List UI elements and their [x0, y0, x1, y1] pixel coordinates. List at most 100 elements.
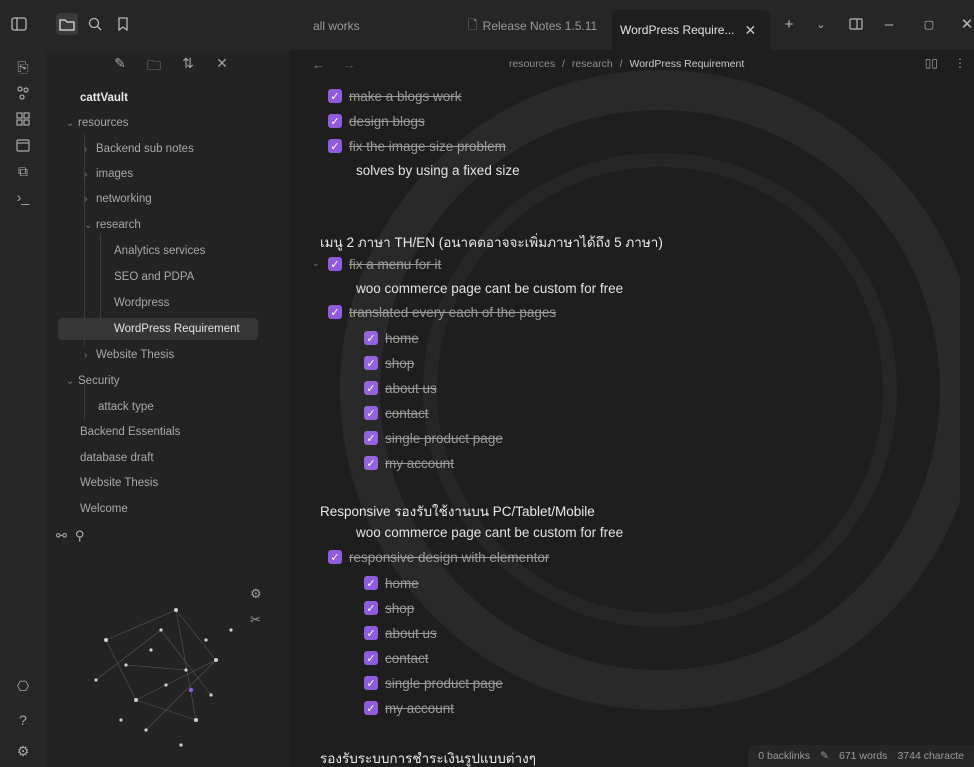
- fold-chevron-icon[interactable]: ⌄: [312, 258, 320, 269]
- vault-switch-icon[interactable]: ⎔: [12, 675, 34, 697]
- subtask-item[interactable]: ✓ home: [364, 327, 419, 349]
- task-item[interactable]: ✓ fix the image size problem: [328, 135, 506, 157]
- terminal-icon[interactable]: ›_: [12, 186, 34, 208]
- section-heading: Responsive รองรับใช้งานบน PC/Tablet/Mobi…: [320, 504, 595, 519]
- checkbox-checked-icon[interactable]: ✓: [364, 676, 378, 690]
- checkbox-checked-icon[interactable]: ✓: [364, 406, 378, 420]
- file-website-thesis[interactable]: Website Thesis: [80, 472, 158, 494]
- collapse-all-icon[interactable]: ✕: [212, 55, 232, 79]
- open-quick-switcher-icon[interactable]: ⎘: [12, 56, 34, 78]
- file-welcome[interactable]: Welcome: [80, 498, 128, 520]
- new-note-icon[interactable]: ✎: [110, 55, 130, 79]
- subtask-item[interactable]: ✓ single product page: [364, 672, 503, 694]
- checkbox-checked-icon[interactable]: ✓: [364, 701, 378, 715]
- checkbox-checked-icon[interactable]: ✓: [328, 89, 342, 103]
- tab-label: all works: [313, 19, 360, 33]
- new-tab-icon[interactable]: +: [778, 13, 800, 35]
- breadcrumb-current[interactable]: WordPress Requirement: [630, 58, 745, 70]
- breadcrumb-item[interactable]: resources: [509, 58, 555, 70]
- chevron-right-icon: ›: [84, 194, 88, 205]
- file-database-draft[interactable]: database draft: [80, 447, 154, 469]
- close-window-icon[interactable]: ✕: [956, 13, 974, 35]
- close-tab-icon[interactable]: ✕: [745, 22, 757, 39]
- graph-view-icon[interactable]: [12, 82, 34, 104]
- subtask-item[interactable]: ✓ contact: [364, 402, 429, 424]
- file-backend-essentials[interactable]: Backend Essentials: [80, 421, 180, 443]
- folder-research[interactable]: ⌄ research: [84, 214, 141, 236]
- file-analytics-services[interactable]: Analytics services: [114, 240, 205, 262]
- task-item[interactable]: ✓ translated every each of the pages: [328, 301, 556, 323]
- subtask-item[interactable]: ✓ about us: [364, 377, 437, 399]
- subtask-item[interactable]: ✓ my account: [364, 452, 454, 474]
- checkbox-checked-icon[interactable]: ✓: [328, 257, 342, 271]
- checkbox-checked-icon[interactable]: ✓: [364, 456, 378, 470]
- tab-all-works[interactable]: all works: [305, 12, 368, 40]
- checkbox-checked-icon[interactable]: ✓: [328, 114, 342, 128]
- subtask-item[interactable]: ✓ about us: [364, 622, 437, 644]
- copy-icon[interactable]: ⧉: [12, 160, 34, 182]
- task-item[interactable]: ✓ design blogs: [328, 110, 425, 132]
- task-text: single product page: [385, 430, 503, 446]
- file-explorer: ✎ 🗀 ⇅ ✕ cattVault ⌄ resources › Backend su…: [46, 50, 291, 767]
- checkbox-checked-icon[interactable]: ✓: [364, 381, 378, 395]
- checkbox-checked-icon[interactable]: ✓: [364, 331, 378, 345]
- file-seo-and-pdpa[interactable]: SEO and PDPA: [114, 266, 194, 288]
- checkbox-checked-icon[interactable]: ✓: [364, 626, 378, 640]
- layout-icon[interactable]: [845, 13, 867, 35]
- checkbox-checked-icon[interactable]: ✓: [364, 356, 378, 370]
- canvas-icon[interactable]: [12, 108, 34, 130]
- subtask-item[interactable]: ✓ contact: [364, 647, 429, 669]
- folder-security[interactable]: ⌄ Security: [66, 370, 120, 392]
- checkbox-checked-icon[interactable]: ✓: [364, 651, 378, 665]
- reading-view-icon[interactable]: ▯▯: [925, 56, 938, 70]
- settings-icon[interactable]: ⚙: [12, 740, 34, 762]
- checkbox-checked-icon[interactable]: ✓: [364, 431, 378, 445]
- task-item[interactable]: ✓ responsive design with elementor: [328, 546, 549, 568]
- more-options-icon[interactable]: ⋮: [954, 56, 966, 70]
- new-folder-icon[interactable]: 🗀: [144, 55, 164, 79]
- task-item[interactable]: ✓ fix a menu for it: [328, 253, 441, 275]
- subtask-item[interactable]: ✓ shop: [364, 597, 414, 619]
- sidebar-bottom-icons: ⚯ ⚲: [56, 528, 84, 544]
- forward-arrow-icon[interactable]: →: [343, 57, 356, 72]
- folder-website-thesis[interactable]: › Website Thesis: [84, 344, 174, 366]
- checkbox-checked-icon[interactable]: ✓: [364, 576, 378, 590]
- checkbox-checked-icon[interactable]: ✓: [328, 305, 342, 319]
- search-icon[interactable]: [84, 13, 106, 35]
- bookmark-icon[interactable]: [112, 13, 134, 35]
- editor-pane: ← → resources / research / WordPress Req…: [290, 50, 974, 767]
- checkbox-checked-icon[interactable]: ✓: [364, 601, 378, 615]
- breadcrumb-item[interactable]: research: [572, 58, 613, 70]
- tab-wordpress-requirement[interactable]: WordPress Require... ✕: [612, 10, 770, 50]
- folder-resources[interactable]: ⌄ resources: [66, 112, 129, 134]
- note-line: woo commerce page cant be custom for fre…: [356, 524, 624, 540]
- tab-release-notes[interactable]: 🗋 Release Notes 1.5.11: [460, 12, 605, 40]
- back-arrow-icon[interactable]: ←: [312, 57, 325, 72]
- subtask-item[interactable]: ✓ home: [364, 572, 419, 594]
- sort-icon[interactable]: ⇅: [178, 55, 198, 79]
- subtask-item[interactable]: ✓ my account: [364, 697, 454, 719]
- folder-icon[interactable]: [56, 13, 78, 35]
- folder-backend-sub-notes[interactable]: › Backend sub notes: [84, 138, 194, 160]
- sidebar-toggle-icon[interactable]: [8, 13, 30, 35]
- file-wordpress-requirement[interactable]: WordPress Requirement: [58, 318, 258, 340]
- local-graph[interactable]: [66, 570, 276, 767]
- maximize-icon[interactable]: ▢: [918, 13, 940, 35]
- help-icon[interactable]: ?: [12, 709, 34, 731]
- edit-pencil-icon[interactable]: ✎: [820, 750, 829, 762]
- pin-icon[interactable]: ⚲: [75, 528, 85, 544]
- task-item[interactable]: ✓ make a blogs work: [328, 85, 462, 107]
- minimize-icon[interactable]: –: [878, 13, 900, 35]
- folder-networking[interactable]: › networking: [84, 188, 152, 210]
- checkbox-checked-icon[interactable]: ✓: [328, 139, 342, 153]
- folder-images[interactable]: › images: [84, 163, 133, 185]
- calendar-icon[interactable]: [12, 134, 34, 156]
- subtask-item[interactable]: ✓ shop: [364, 352, 414, 374]
- subtask-item[interactable]: ✓ single product page: [364, 427, 503, 449]
- graph-icon[interactable]: ⚯: [56, 528, 67, 544]
- file-attack-type[interactable]: attack type: [98, 396, 154, 418]
- checkbox-checked-icon[interactable]: ✓: [328, 550, 342, 564]
- chevron-down-icon[interactable]: ⌄: [810, 13, 832, 35]
- file-wordpress[interactable]: Wordpress: [114, 292, 169, 314]
- backlinks-count[interactable]: 0 backlinks: [758, 750, 810, 762]
